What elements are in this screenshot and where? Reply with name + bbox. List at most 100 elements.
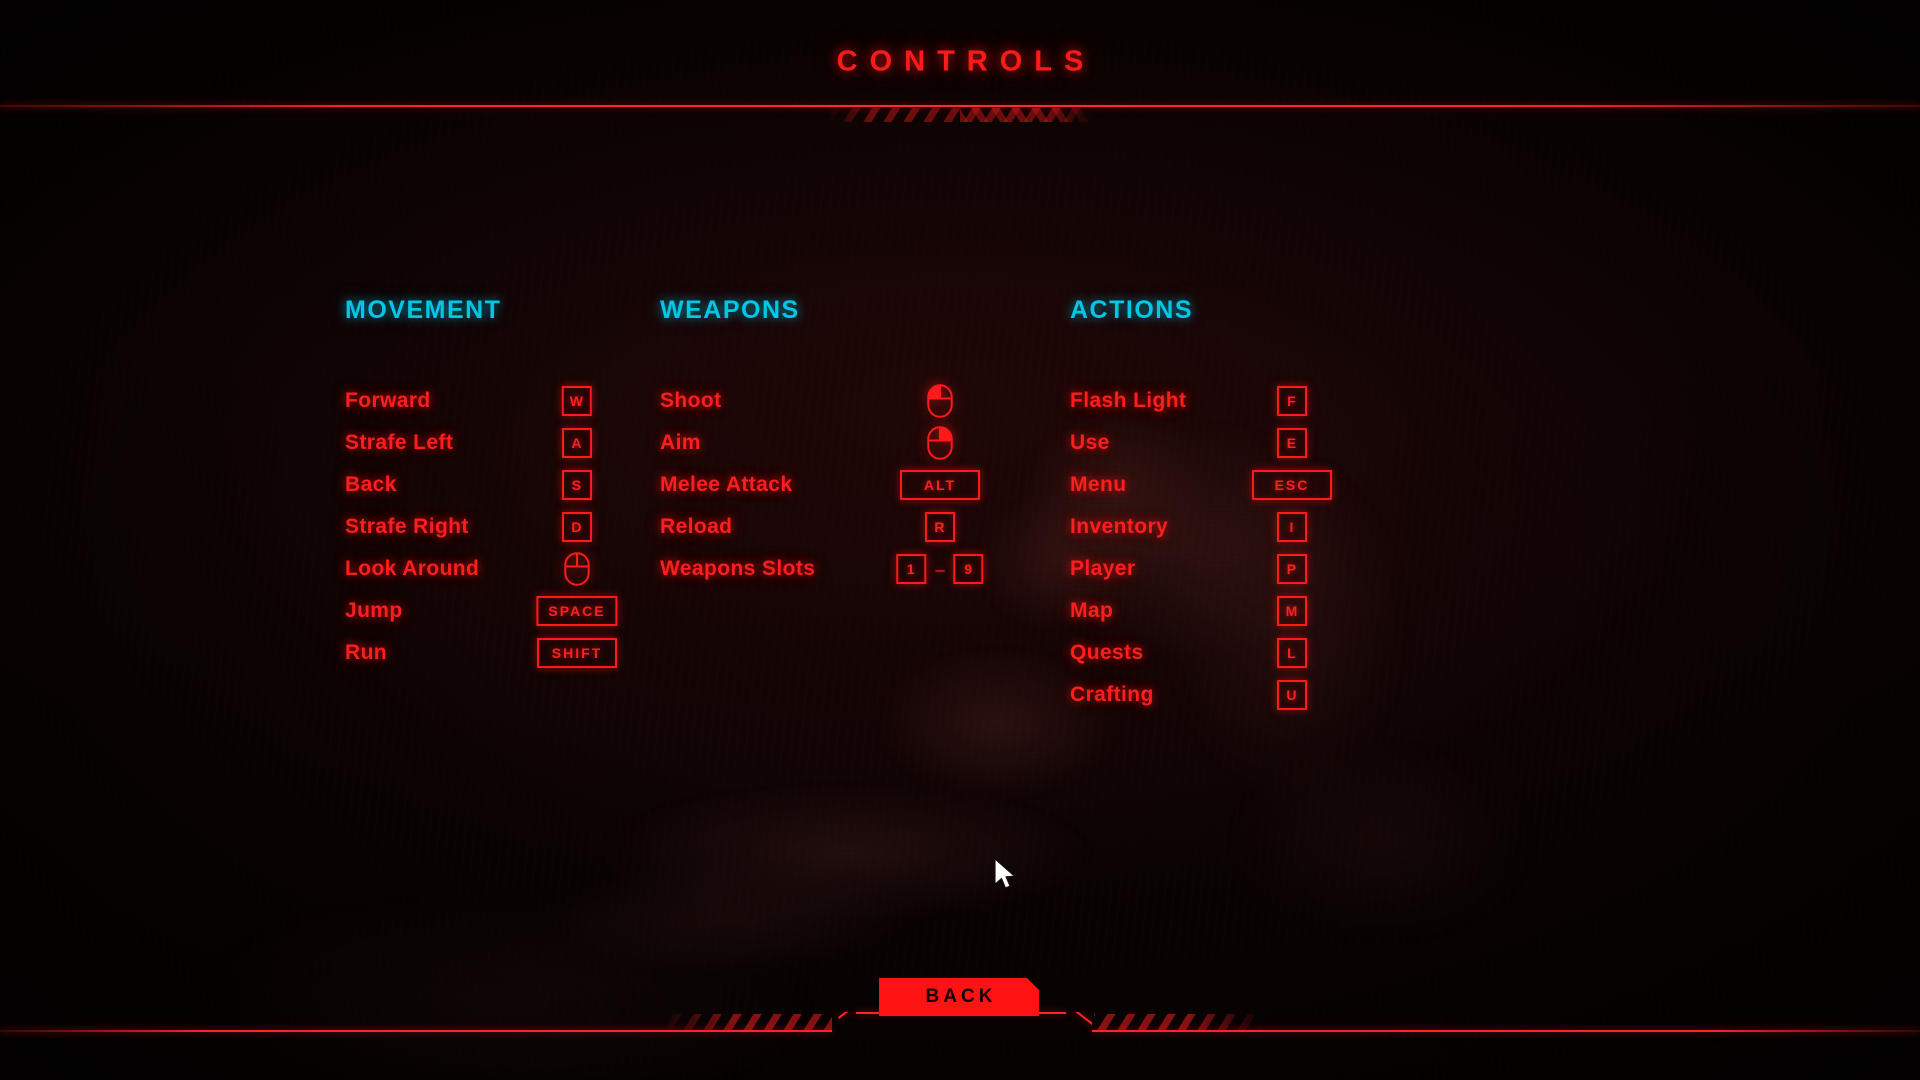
keycap[interactable]: E <box>1277 428 1307 458</box>
binding-key[interactable]: SHIFT <box>537 638 617 668</box>
binding-label: Weapons Slots <box>660 557 816 580</box>
mouse-cursor <box>994 858 1016 889</box>
header-hatch-right-decoration <box>960 108 1092 122</box>
binding-row[interactable]: Strafe Left A <box>345 422 660 464</box>
binding-row[interactable]: Strafe Right D <box>345 506 660 548</box>
binding-row[interactable]: Look Around <box>345 548 660 590</box>
binding-label: Use <box>1070 431 1110 454</box>
keycap[interactable]: ALT <box>900 470 980 500</box>
binding-label: Jump <box>345 599 403 622</box>
footer-hatch-left-decoration <box>660 1014 832 1030</box>
binding-key[interactable] <box>564 552 590 586</box>
binding-label: Look Around <box>345 557 480 580</box>
keycap[interactable]: U <box>1277 680 1307 710</box>
keycap[interactable]: SHIFT <box>537 638 617 668</box>
binding-row[interactable]: Quests L <box>1070 632 1470 674</box>
binding-label: Flash Light <box>1070 389 1187 412</box>
binding-key[interactable] <box>927 384 953 418</box>
header-divider-line <box>0 105 1920 107</box>
binding-key[interactable]: E <box>1277 428 1307 458</box>
binding-key[interactable]: F <box>1277 386 1307 416</box>
footer-diagonal-left <box>832 1012 858 1032</box>
keycap[interactable]: R <box>925 512 955 542</box>
binding-label: Back <box>345 473 397 496</box>
keycap[interactable]: F <box>1277 386 1307 416</box>
binding-key[interactable]: D <box>562 512 592 542</box>
binding-row[interactable]: Forward W <box>345 380 660 422</box>
binding-rows: Forward W Strafe Left A Back S Strafe Right D Lo… <box>345 380 660 674</box>
mouse-icon <box>564 552 590 586</box>
binding-row[interactable]: Melee Attack ALT <box>660 464 1070 506</box>
binding-label: Strafe Right <box>345 515 469 538</box>
binding-key[interactable]: I <box>1277 512 1307 542</box>
binding-label: Shoot <box>660 389 722 412</box>
binding-row[interactable]: Player P <box>1070 548 1470 590</box>
controls-columns: MOVEMENT Forward W Strafe Left A Back S Strafe … <box>0 298 1920 716</box>
binding-key[interactable]: W <box>561 386 593 416</box>
binding-key[interactable]: 1–9 <box>896 554 984 584</box>
page-title: CONTROLS <box>836 45 1096 78</box>
keycap[interactable]: 1 <box>896 554 927 584</box>
mouse-icon <box>927 426 953 460</box>
column-heading: MOVEMENT <box>345 296 502 324</box>
keycap[interactable]: D <box>562 512 592 542</box>
binding-rows: Shoot Aim Melee Attack ALT Reload R Weapons … <box>660 380 1070 590</box>
binding-row[interactable]: Menu ESC <box>1070 464 1470 506</box>
keycap[interactable]: S <box>562 470 592 500</box>
keycap[interactable]: SPACE <box>536 596 618 626</box>
binding-rows: Flash Light F Use E Menu ESC Inventory I Player P… <box>1070 380 1470 716</box>
column-heading: WEAPONS <box>660 296 800 324</box>
binding-row[interactable]: Use E <box>1070 422 1470 464</box>
keycap[interactable]: A <box>562 428 592 458</box>
binding-label: Menu <box>1070 473 1127 496</box>
footer-diagonal-right <box>1066 1012 1092 1032</box>
binding-key[interactable]: P <box>1277 554 1307 584</box>
column-heading: ACTIONS <box>1070 296 1193 324</box>
binding-row[interactable]: Jump SPACE <box>345 590 660 632</box>
binding-row[interactable]: Flash Light F <box>1070 380 1470 422</box>
key-range-separator: – <box>935 559 945 579</box>
binding-label: Inventory <box>1070 515 1169 538</box>
binding-label: Forward <box>345 389 431 412</box>
binding-key[interactable]: S <box>562 470 592 500</box>
keycap[interactable]: ESC <box>1252 470 1332 500</box>
binding-row[interactable]: Run SHIFT <box>345 632 660 674</box>
keycap[interactable]: W <box>561 386 593 416</box>
binding-key[interactable]: M <box>1277 596 1307 626</box>
binding-key[interactable]: ALT <box>900 470 980 500</box>
header: CONTROLS <box>0 0 1920 125</box>
keycap[interactable]: 9 <box>953 554 984 584</box>
binding-label: Crafting <box>1070 683 1154 706</box>
keycap[interactable]: M <box>1277 596 1307 626</box>
binding-row[interactable]: Weapons Slots 1–9 <box>660 548 1070 590</box>
binding-label: Map <box>1070 599 1114 622</box>
controls-column-movement: MOVEMENT Forward W Strafe Left A Back S Strafe … <box>345 298 660 716</box>
binding-row[interactable]: Crafting U <box>1070 674 1470 716</box>
binding-key[interactable]: R <box>925 512 955 542</box>
back-button[interactable]: BACK <box>879 978 1039 1016</box>
binding-label: Player <box>1070 557 1136 580</box>
binding-label: Aim <box>660 431 701 454</box>
keycap[interactable]: L <box>1277 638 1307 668</box>
binding-key[interactable]: U <box>1277 680 1307 710</box>
binding-key[interactable]: A <box>562 428 592 458</box>
binding-label: Strafe Left <box>345 431 454 454</box>
footer-hatch-right-decoration <box>1094 1014 1266 1030</box>
binding-row[interactable]: Reload R <box>660 506 1070 548</box>
binding-row[interactable]: Aim <box>660 422 1070 464</box>
footer-line-right <box>1092 1030 1920 1032</box>
binding-row[interactable]: Inventory I <box>1070 506 1470 548</box>
mouse-icon <box>927 384 953 418</box>
binding-key[interactable]: ESC <box>1252 470 1332 500</box>
binding-key[interactable] <box>927 426 953 460</box>
binding-key[interactable]: SPACE <box>536 596 618 626</box>
binding-row[interactable]: Shoot <box>660 380 1070 422</box>
controls-screen: CONTROLS MOVEMENT Forward W Strafe Left A Bac… <box>0 0 1920 1080</box>
binding-label: Run <box>345 641 388 664</box>
binding-label: Reload <box>660 515 733 538</box>
keycap[interactable]: P <box>1277 554 1307 584</box>
binding-row[interactable]: Map M <box>1070 590 1470 632</box>
binding-row[interactable]: Back S <box>345 464 660 506</box>
keycap[interactable]: I <box>1277 512 1307 542</box>
binding-key[interactable]: L <box>1277 638 1307 668</box>
